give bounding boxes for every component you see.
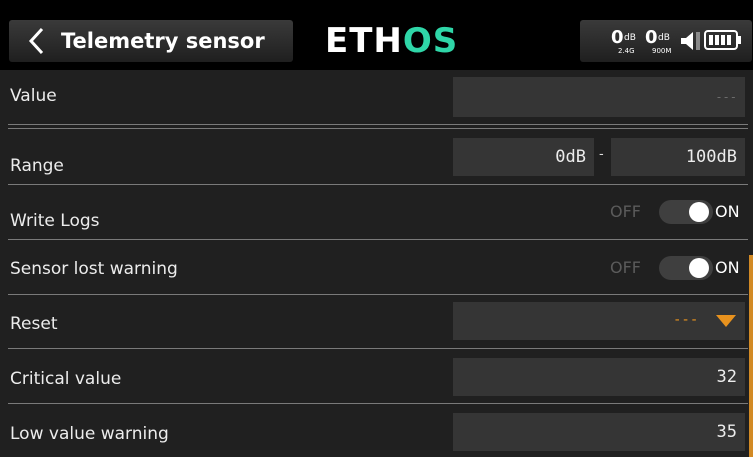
divider <box>8 348 748 349</box>
divider <box>8 124 748 125</box>
toggle-on-label: ON <box>715 258 740 277</box>
reset-dropdown[interactable] <box>453 302 745 340</box>
toggle-knob <box>689 202 709 222</box>
divider <box>8 128 748 129</box>
toggle-off-label: OFF <box>610 202 641 221</box>
page-title: Telemetry sensor <box>61 29 265 53</box>
back-chevron-icon[interactable] <box>25 24 49 58</box>
value-label: Value <box>10 86 57 106</box>
reset-selected-value: --- <box>673 312 699 328</box>
range-min-field[interactable]: 0dB <box>453 138 594 176</box>
sensor-lost-toggle[interactable]: OFF ON <box>610 254 750 282</box>
chevron-down-icon[interactable] <box>714 314 738 328</box>
speaker-icon[interactable] <box>679 29 703 53</box>
critical-value-label: Critical value <box>10 369 122 389</box>
low-value-warning-field[interactable]: 35 <box>453 413 745 451</box>
toggle-off-label: OFF <box>610 258 641 277</box>
critical-value-field[interactable]: 32 <box>453 358 745 396</box>
divider <box>8 403 748 404</box>
divider <box>8 239 748 240</box>
rssi-900m: 0 dB 900M <box>645 27 672 55</box>
scrollbar[interactable] <box>749 255 753 457</box>
divider <box>8 184 748 185</box>
rssi-24g: 0 dB 2.4G <box>611 27 636 55</box>
battery-icon <box>704 30 741 50</box>
low-value-warning-label: Low value warning <box>10 424 169 444</box>
write-logs-toggle[interactable]: OFF ON <box>610 198 750 226</box>
divider <box>8 294 748 295</box>
range-separator: - <box>599 147 604 162</box>
ethos-logo: ETHOS <box>325 21 459 61</box>
value-field: --- <box>453 77 745 117</box>
toggle-on-label: ON <box>715 202 740 221</box>
toggle-knob <box>689 258 709 278</box>
write-logs-label: Write Logs <box>10 211 100 231</box>
range-max-field[interactable]: 100dB <box>611 138 745 176</box>
range-label: Range <box>10 156 64 176</box>
reset-label: Reset <box>10 314 58 334</box>
sensor-lost-label: Sensor lost warning <box>10 259 178 279</box>
